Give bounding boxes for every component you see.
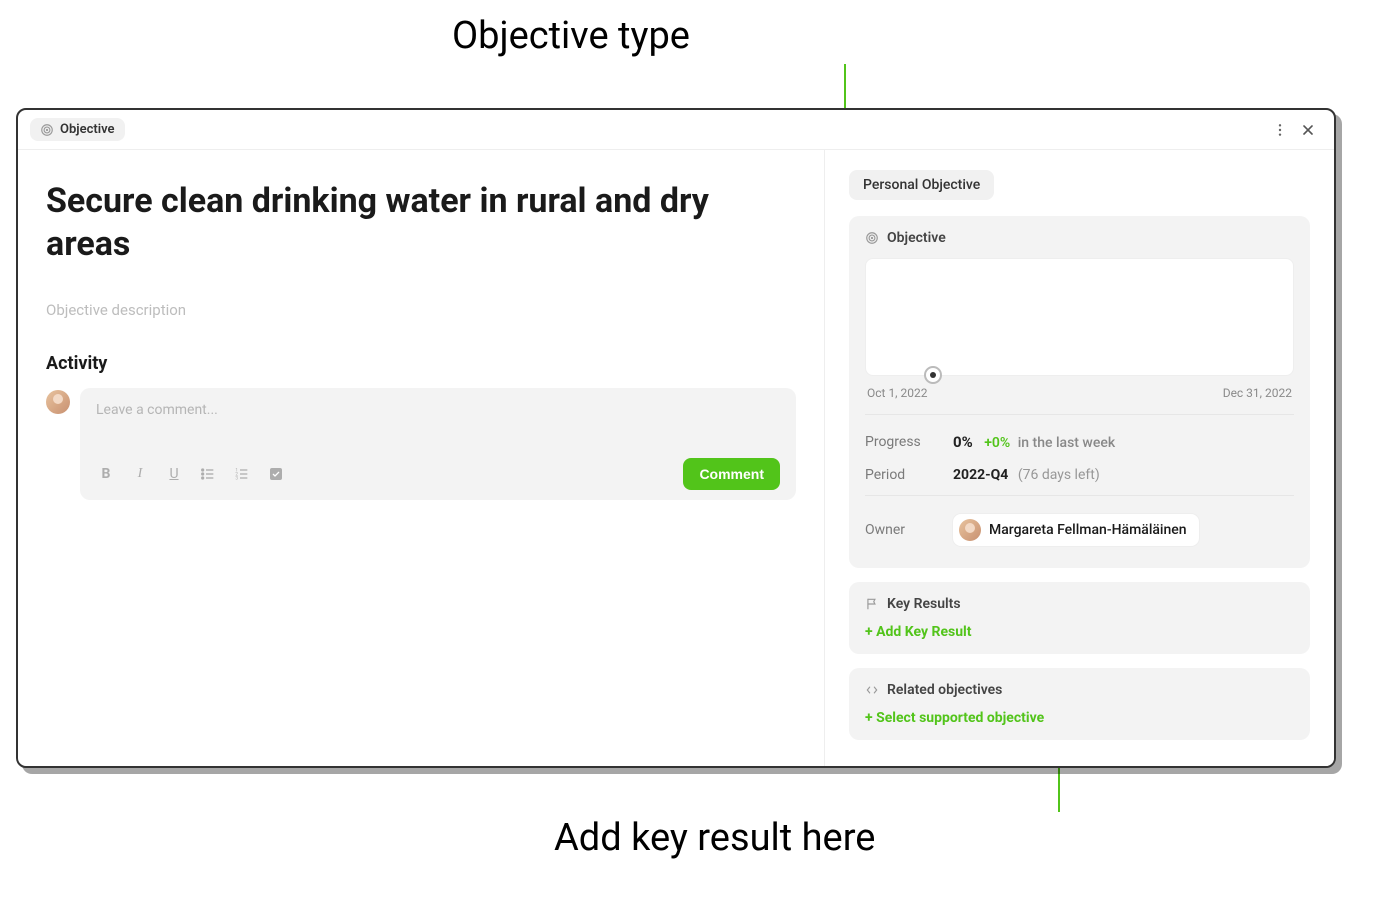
app-window: Objective Secure clean drinking water in…: [16, 108, 1336, 768]
objective-breadcrumb-label: Objective: [60, 122, 115, 137]
flag-icon: [865, 597, 879, 611]
owner-row: Owner Margareta Fellman-Hämäläinen: [865, 506, 1294, 554]
related-objectives-card: Related objectives + Select supported ob…: [849, 668, 1310, 740]
checklist-button[interactable]: [266, 464, 286, 484]
svg-text:3: 3: [235, 475, 238, 481]
period-value: 2022-Q4: [953, 467, 1008, 483]
objective-type-pill[interactable]: Personal Objective: [849, 170, 994, 200]
select-supported-objective-link[interactable]: + Select supported objective: [865, 710, 1294, 726]
activity-heading: Activity: [46, 353, 796, 374]
progress-end-date: Dec 31, 2022: [1223, 386, 1292, 400]
close-button[interactable]: [1294, 116, 1322, 144]
objective-card-header: Objective: [865, 230, 1294, 246]
progress-chart-date-row: Oct 1, 2022 Dec 31, 2022: [867, 386, 1292, 400]
activity-comment-row: B I U 123 Comment: [46, 388, 796, 500]
content-area: Secure clean drinking water in rural and…: [18, 150, 1334, 766]
objective-description-placeholder[interactable]: Objective description: [46, 301, 796, 319]
owner-label: Owner: [865, 522, 953, 538]
check-square-icon: [268, 466, 284, 482]
numbered-list-button[interactable]: 123: [232, 464, 252, 484]
annotation-top: Objective type: [452, 14, 690, 58]
bold-button[interactable]: B: [96, 464, 116, 484]
titlebar: Objective: [18, 110, 1334, 150]
progress-delta: +0%: [984, 435, 1010, 451]
dots-vertical-icon: [1272, 122, 1288, 138]
comment-composer: B I U 123 Comment: [80, 388, 796, 500]
numbered-list-icon: 123: [234, 466, 250, 482]
related-header: Related objectives: [865, 682, 1294, 698]
add-key-result-link[interactable]: + Add Key Result: [865, 624, 1294, 640]
objective-summary-card: Objective Oct 1, 2022 Dec 31, 2022 Progr…: [849, 216, 1310, 568]
key-results-card: Key Results + Add Key Result: [849, 582, 1310, 654]
comment-input[interactable]: [96, 402, 780, 458]
current-user-avatar: [46, 390, 70, 414]
owner-chip[interactable]: Margareta Fellman-Hämäläinen: [953, 514, 1199, 546]
progress-chart-marker[interactable]: [924, 366, 942, 384]
related-title: Related objectives: [887, 682, 1002, 698]
bulleted-list-button[interactable]: [198, 464, 218, 484]
sidebar: Personal Objective Objective Oct 1, 2022…: [824, 150, 1334, 766]
objective-title[interactable]: Secure clean drinking water in rural and…: [46, 180, 746, 265]
owner-name: Margareta Fellman-Hämäläinen: [989, 522, 1187, 538]
target-icon: [40, 123, 54, 137]
key-results-header: Key Results: [865, 596, 1294, 612]
progress-row: Progress 0% +0% in the last week: [865, 425, 1294, 459]
related-icon: [865, 683, 879, 697]
annotation-bottom: Add key result here: [554, 816, 875, 860]
progress-percent: 0%: [953, 433, 973, 451]
more-menu-button[interactable]: [1266, 116, 1294, 144]
target-icon: [865, 231, 879, 245]
objective-breadcrumb-pill[interactable]: Objective: [30, 118, 125, 141]
period-label: Period: [865, 467, 953, 483]
comment-toolbar: B I U 123 Comment: [96, 458, 780, 490]
submit-comment-button[interactable]: Comment: [683, 458, 780, 490]
period-row: Period 2022-Q4 (76 days left): [865, 459, 1294, 491]
owner-avatar: [959, 519, 981, 541]
italic-button[interactable]: I: [130, 464, 150, 484]
key-results-title: Key Results: [887, 596, 961, 612]
progress-tail: in the last week: [1018, 435, 1115, 451]
progress-label: Progress: [865, 434, 953, 450]
close-icon: [1300, 122, 1316, 138]
objective-card-title: Objective: [887, 230, 946, 246]
main-column: Secure clean drinking water in rural and…: [18, 150, 824, 766]
progress-start-date: Oct 1, 2022: [867, 386, 928, 400]
progress-chart[interactable]: [865, 258, 1294, 376]
period-sub: (76 days left): [1018, 467, 1100, 483]
underline-button[interactable]: U: [164, 464, 184, 484]
bullet-list-icon: [200, 466, 216, 482]
